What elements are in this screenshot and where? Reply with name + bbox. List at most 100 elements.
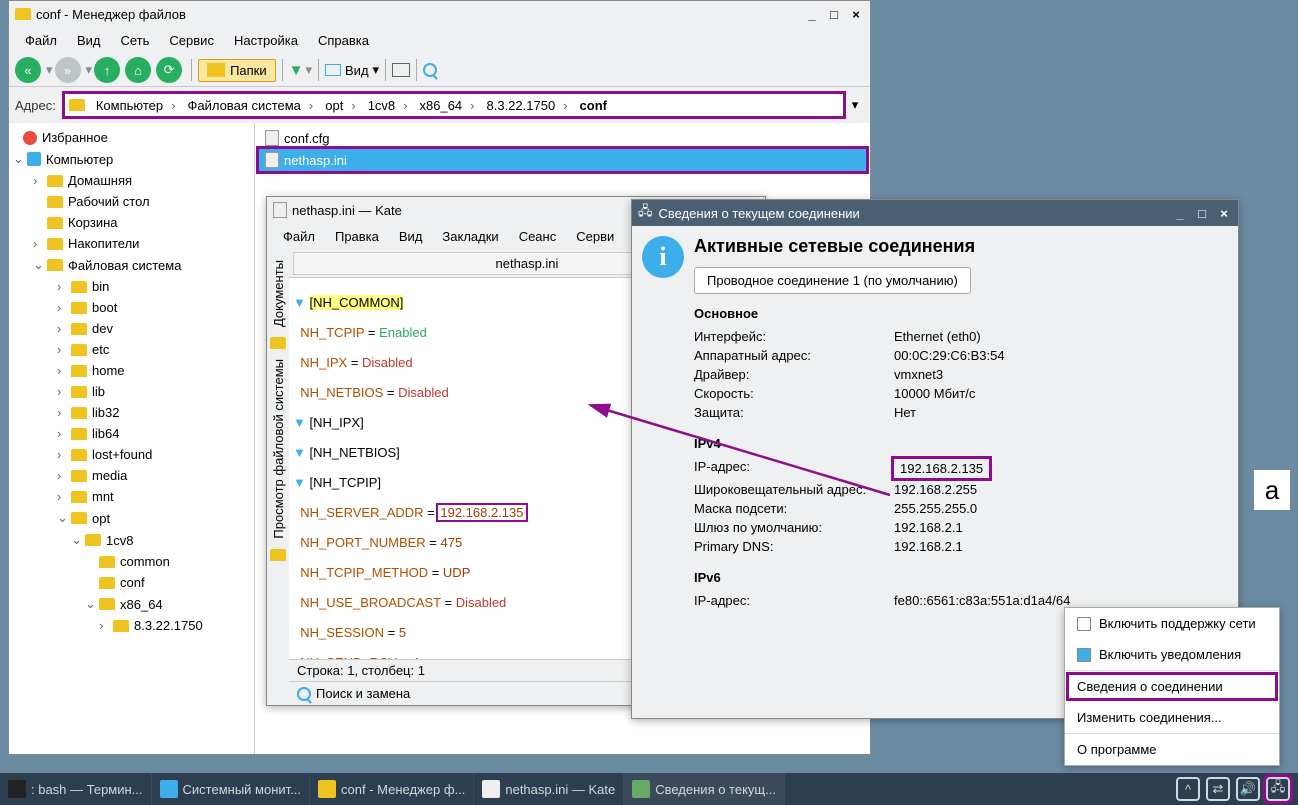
tray-share-icon[interactable]: ⇄ — [1206, 777, 1230, 801]
fm-menubar: Файл Вид Сеть Сервис Настройка Справка — [9, 27, 870, 54]
crumb-ver[interactable]: 8.3.22.1750 — [481, 98, 574, 113]
filter-icon[interactable]: ▼ — [289, 62, 304, 79]
tree-desktop[interactable]: Рабочий стол — [9, 191, 254, 212]
ctx-enable-net[interactable]: Включить поддержку сети — [1065, 608, 1279, 639]
ctx-edit-connections[interactable]: Изменить соединения... — [1065, 702, 1279, 733]
menu-file[interactable]: Файл — [15, 29, 67, 52]
maximize-button[interactable]: □ — [1194, 205, 1210, 221]
task-kate[interactable]: nethasp.ini — Kate — [474, 773, 624, 805]
up-button[interactable]: ↑ — [94, 57, 120, 83]
file-icon — [265, 130, 279, 146]
tree-trash[interactable]: Корзина — [9, 212, 254, 233]
tree-opt[interactable]: ⌄opt — [9, 507, 254, 529]
folder-icon — [15, 8, 31, 20]
menu-tools[interactable]: Сервис — [159, 29, 224, 52]
ctx-enable-notif[interactable]: Включить уведомления — [1065, 639, 1279, 670]
tree-lib32[interactable]: ›lib32 — [9, 402, 254, 423]
minimize-button[interactable]: _ — [1172, 205, 1188, 221]
desktop-input-indicator: a — [1254, 470, 1290, 510]
tab-fs-browser[interactable]: Просмотр файловой системы — [269, 353, 288, 545]
tree-conf[interactable]: conf — [9, 572, 254, 593]
folders-toggle[interactable]: Папки — [198, 59, 276, 82]
info-icon: i — [642, 236, 684, 278]
ctx-about[interactable]: О программе — [1065, 734, 1279, 765]
maximize-button[interactable]: □ — [826, 6, 842, 22]
tree-drives[interactable]: ›Накопители — [9, 233, 254, 254]
tree-bin[interactable]: ›bin — [9, 276, 254, 297]
tree-lib[interactable]: ›lib — [9, 381, 254, 402]
system-tray: ^ ⇄ 🔊 🖧 — [1176, 777, 1298, 801]
menu-net[interactable]: Сеть — [111, 29, 160, 52]
tray-network-icon[interactable]: 🖧 — [1266, 777, 1290, 801]
task-sysmon[interactable]: Системный монит... — [152, 773, 310, 805]
file-nethasp-ini[interactable]: nethasp.ini — [259, 149, 866, 171]
tree-home[interactable]: ›Домашняя — [9, 170, 254, 191]
tree-home[interactable]: ›home — [9, 360, 254, 381]
kate-side-ribbon: Документы Просмотр файловой системы — [267, 250, 289, 705]
tree-computer[interactable]: ⌄Компьютер — [9, 148, 254, 170]
section-ipv6: IPv6 — [694, 570, 1228, 585]
crumb-fs[interactable]: Файловая система — [181, 98, 319, 113]
home-button[interactable]: ⌂ — [125, 57, 151, 83]
kmenu-view[interactable]: Вид — [389, 225, 433, 248]
kmenu-bookmarks[interactable]: Закладки — [432, 225, 508, 248]
minimize-button[interactable]: _ — [804, 6, 820, 22]
tree-dev[interactable]: ›dev — [9, 318, 254, 339]
checkbox-icon — [1077, 617, 1091, 631]
tray-volume-icon[interactable]: 🔊 — [1236, 777, 1260, 801]
breadcrumb[interactable]: Компьютер Файловая система opt 1cv8 x86_… — [62, 91, 846, 119]
menu-help[interactable]: Справка — [308, 29, 379, 52]
menu-settings[interactable]: Настройка — [224, 29, 308, 52]
kmenu-service[interactable]: Серви — [566, 225, 624, 248]
tree-boot[interactable]: ›boot — [9, 297, 254, 318]
status-pos: Строка: 1, столбец: 1 — [297, 663, 425, 678]
tree-lost+found[interactable]: ›lost+found — [9, 444, 254, 465]
file-icon — [273, 202, 287, 218]
menu-view[interactable]: Вид — [67, 29, 111, 52]
kmenu-file[interactable]: Файл — [273, 225, 325, 248]
kmenu-session[interactable]: Сеанс — [509, 225, 567, 248]
fm-toolbar: « ▾ » ▾ ↑ ⌂ ⟳ Папки ▼ ▾ Вид ▾ — [9, 54, 870, 87]
tray-up-icon[interactable]: ^ — [1176, 777, 1200, 801]
crumb-opt[interactable]: opt — [319, 98, 361, 113]
folder-icon — [69, 99, 85, 111]
fm-titlebar: conf - Менеджер файлов _ □ × — [9, 1, 870, 27]
addr-dropdown[interactable]: ▾ — [846, 97, 864, 113]
task-fm[interactable]: conf - Менеджер ф... — [310, 773, 474, 805]
crumb-computer[interactable]: Компьютер — [90, 98, 182, 113]
tree-common[interactable]: common — [9, 551, 254, 572]
task-terminal[interactable]: : bash — Термин... — [0, 773, 152, 805]
search-icon[interactable] — [423, 63, 437, 77]
tree-etc[interactable]: ›etc — [9, 339, 254, 360]
file-conf-cfg[interactable]: conf.cfg — [259, 127, 866, 149]
file-icon — [265, 152, 279, 168]
tree-filesystem[interactable]: ⌄Файловая система — [9, 254, 254, 276]
kmenu-edit[interactable]: Правка — [325, 225, 389, 248]
crumb-1cv8[interactable]: 1cv8 — [362, 98, 414, 113]
net-titlebar: 🖧 Сведения о текущем соединении _ □ × — [632, 200, 1238, 226]
crumb-conf[interactable]: conf — [574, 98, 621, 113]
tree-lib64[interactable]: ›lib64 — [9, 423, 254, 444]
reload-button[interactable]: ⟳ — [156, 57, 182, 83]
back-button[interactable]: « — [15, 57, 41, 83]
crumb-x64[interactable]: x86_64 — [414, 98, 481, 113]
view-mode-button[interactable]: Вид ▾ — [325, 62, 379, 78]
ctx-connection-info[interactable]: Сведения о соединении — [1065, 671, 1279, 702]
monitor-icon — [160, 780, 178, 798]
tree-8322[interactable]: ›8.3.22.1750 — [9, 615, 254, 636]
tree-media[interactable]: ›media — [9, 465, 254, 486]
folder-tree[interactable]: Избранное ⌄Компьютер ›Домашняя Рабочий с… — [9, 123, 255, 754]
tree-favorites[interactable]: Избранное — [9, 127, 254, 148]
columns-icon[interactable] — [392, 63, 410, 77]
forward-button[interactable]: » — [55, 57, 81, 83]
taskbar: : bash — Термин... Системный монит... co… — [0, 773, 1298, 805]
tree-1cv8[interactable]: ⌄1cv8 — [9, 529, 254, 551]
task-netinfo[interactable]: Сведения о текущ... — [624, 773, 785, 805]
connection-tab[interactable]: Проводное соединение 1 (по умолчанию) — [694, 267, 971, 294]
close-button[interactable]: × — [848, 6, 864, 22]
close-button[interactable]: × — [1216, 205, 1232, 221]
tree-x86-64[interactable]: ⌄x86_64 — [9, 593, 254, 615]
tab-documents[interactable]: Документы — [269, 254, 288, 333]
folder-icon — [270, 337, 286, 349]
tree-mnt[interactable]: ›mnt — [9, 486, 254, 507]
